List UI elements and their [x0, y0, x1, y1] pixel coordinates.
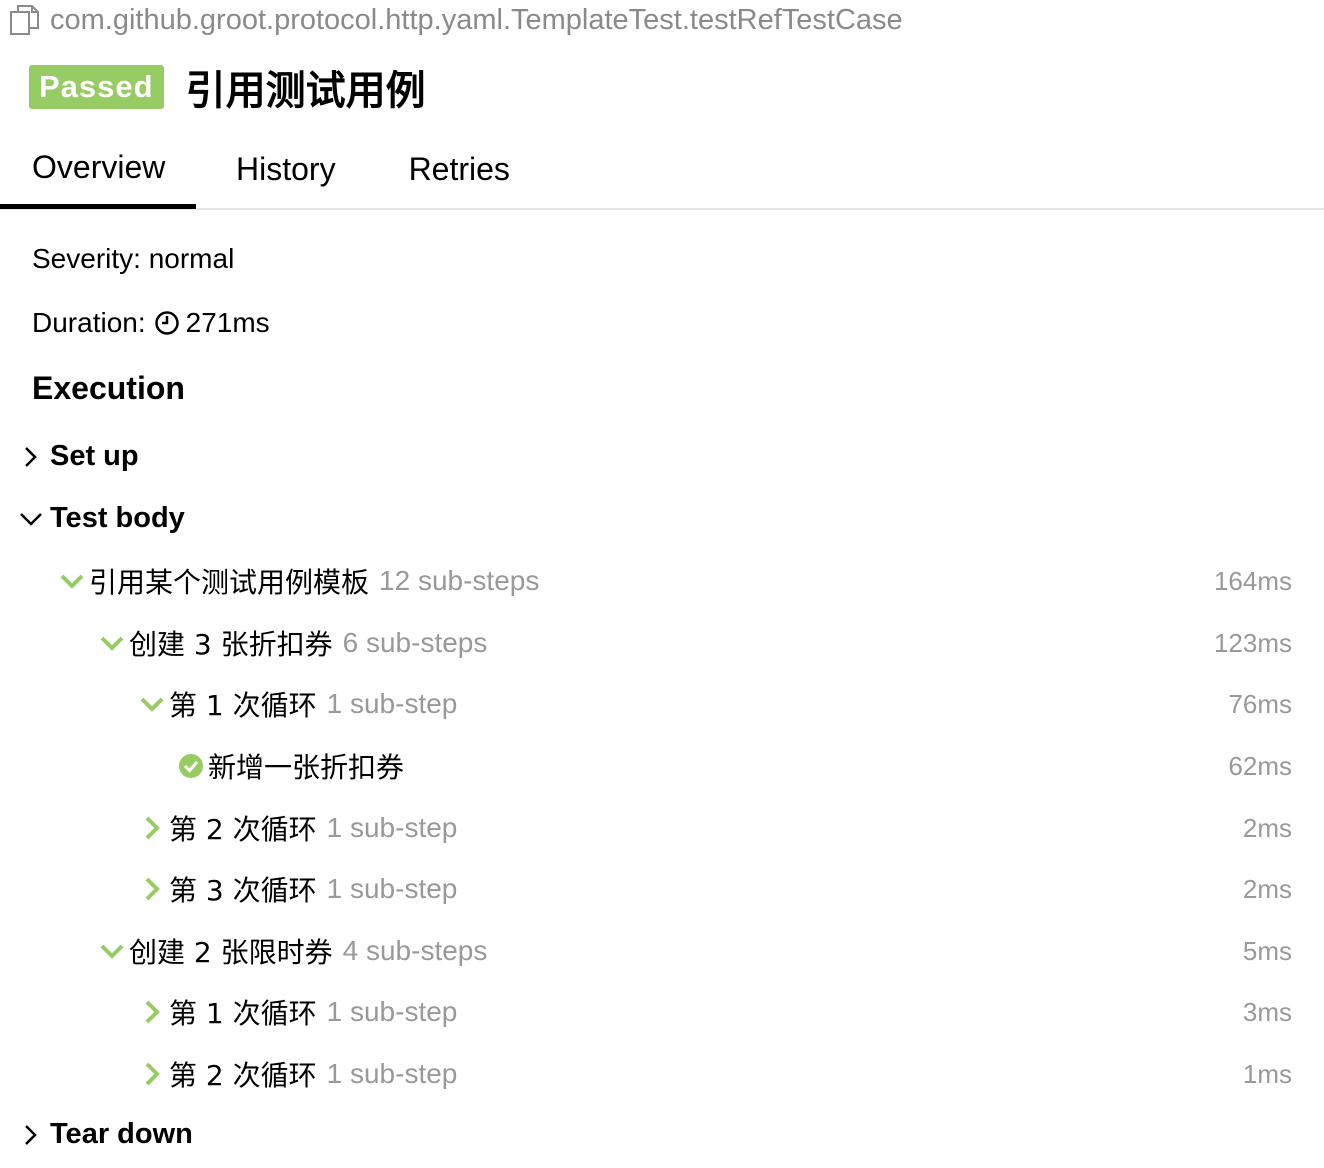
step-duration: 62ms — [1228, 750, 1292, 781]
step-name: 第 1 次循环 — [169, 689, 317, 722]
step-substeps: 4 sub-steps — [342, 935, 488, 966]
status-badge: Passed — [29, 65, 164, 109]
step-name: 第 1 次循环 — [169, 997, 317, 1030]
step-name: 新增一张折扣券 — [208, 751, 405, 784]
step-substeps: 1 sub-step — [326, 1058, 458, 1089]
test-header: Passed 引用测试用例 — [29, 58, 426, 116]
section-test-body-label: Test body — [50, 502, 185, 534]
step-duration: 5ms — [1242, 935, 1292, 966]
step-duration: 3ms — [1242, 996, 1292, 1027]
duration-label: Duration: — [32, 307, 146, 338]
tab-history[interactable]: History — [236, 130, 336, 208]
page-title: 引用测试用例 — [185, 68, 426, 114]
step-name: 创建 2 张限时券 — [129, 936, 333, 969]
chevron-right-icon — [145, 1062, 160, 1086]
step-substeps: 6 sub-steps — [342, 627, 488, 658]
section-setup[interactable]: Set up — [18, 440, 139, 473]
step-row[interactable]: 第 2 次循环 1 sub-step 1ms — [0, 1052, 1324, 1096]
check-circle-icon — [179, 754, 203, 778]
chevron-right-icon — [145, 816, 160, 840]
step-row[interactable]: 第 2 次循环 1 sub-step 2ms — [0, 806, 1324, 850]
step-duration: 2ms — [1242, 873, 1292, 904]
section-test-body[interactable]: Test body — [18, 502, 185, 535]
tab-bar: Overview History Retries — [0, 130, 1324, 210]
duration-row: Duration: 271ms — [32, 307, 270, 339]
execution-heading: Execution — [32, 370, 185, 406]
step-row[interactable]: 第 3 次循环 1 sub-step 2ms — [0, 867, 1324, 911]
chevron-down-icon — [20, 512, 42, 526]
step-substeps: 1 sub-step — [326, 873, 458, 904]
tab-retries[interactable]: Retries — [409, 130, 510, 208]
step-name: 创建 3 张折扣券 — [129, 628, 333, 661]
chevron-down-icon — [140, 697, 164, 712]
chevron-down-icon — [60, 574, 84, 589]
chevron-right-icon — [25, 1124, 37, 1145]
step-duration: 2ms — [1242, 812, 1292, 843]
breadcrumb-path: com.github.groot.protocol.http.yaml.Temp… — [50, 3, 903, 36]
chevron-right-icon — [145, 877, 160, 901]
step-name: 第 2 次循环 — [169, 1059, 317, 1092]
step-row[interactable]: 新增一张折扣券 62ms — [0, 744, 1324, 788]
chevron-down-icon — [100, 944, 124, 959]
tab-overview[interactable]: Overview — [0, 130, 196, 209]
step-row[interactable]: 第 1 次循环 1 sub-step 76ms — [0, 682, 1324, 726]
step-duration: 123ms — [1213, 627, 1292, 658]
step-substeps: 1 sub-step — [326, 996, 458, 1027]
step-row[interactable]: 第 1 次循环 1 sub-step 3ms — [0, 990, 1324, 1034]
step-name: 第 3 次循环 — [169, 874, 317, 907]
copy-icon[interactable] — [8, 3, 42, 37]
clock-icon — [154, 311, 179, 335]
step-name: 第 2 次循环 — [169, 813, 317, 846]
step-duration: 76ms — [1228, 688, 1292, 719]
step-substeps: 1 sub-step — [326, 812, 458, 843]
step-duration: 1ms — [1242, 1058, 1292, 1089]
step-name: 引用某个测试用例模板 — [89, 566, 370, 599]
step-row[interactable]: 创建 3 张折扣券 6 sub-steps 123ms — [0, 621, 1324, 665]
severity-text: Severity: normal — [32, 243, 235, 274]
step-row[interactable]: 创建 2 张限时券 4 sub-steps 5ms — [0, 929, 1324, 973]
duration-value: 271ms — [185, 307, 270, 338]
section-teardown-label: Tear down — [50, 1118, 193, 1150]
chevron-right-icon — [25, 446, 37, 467]
chevron-right-icon — [145, 1000, 160, 1024]
step-substeps: 1 sub-step — [326, 688, 458, 719]
chevron-down-icon — [100, 636, 124, 651]
step-row[interactable]: 引用某个测试用例模板 12 sub-steps 164ms — [0, 559, 1324, 603]
step-duration: 164ms — [1213, 565, 1292, 596]
section-setup-label: Set up — [50, 440, 139, 472]
breadcrumb[interactable]: com.github.groot.protocol.http.yaml.Temp… — [8, 2, 903, 38]
section-teardown[interactable]: Tear down — [18, 1118, 193, 1151]
step-substeps: 12 sub-steps — [379, 565, 540, 596]
